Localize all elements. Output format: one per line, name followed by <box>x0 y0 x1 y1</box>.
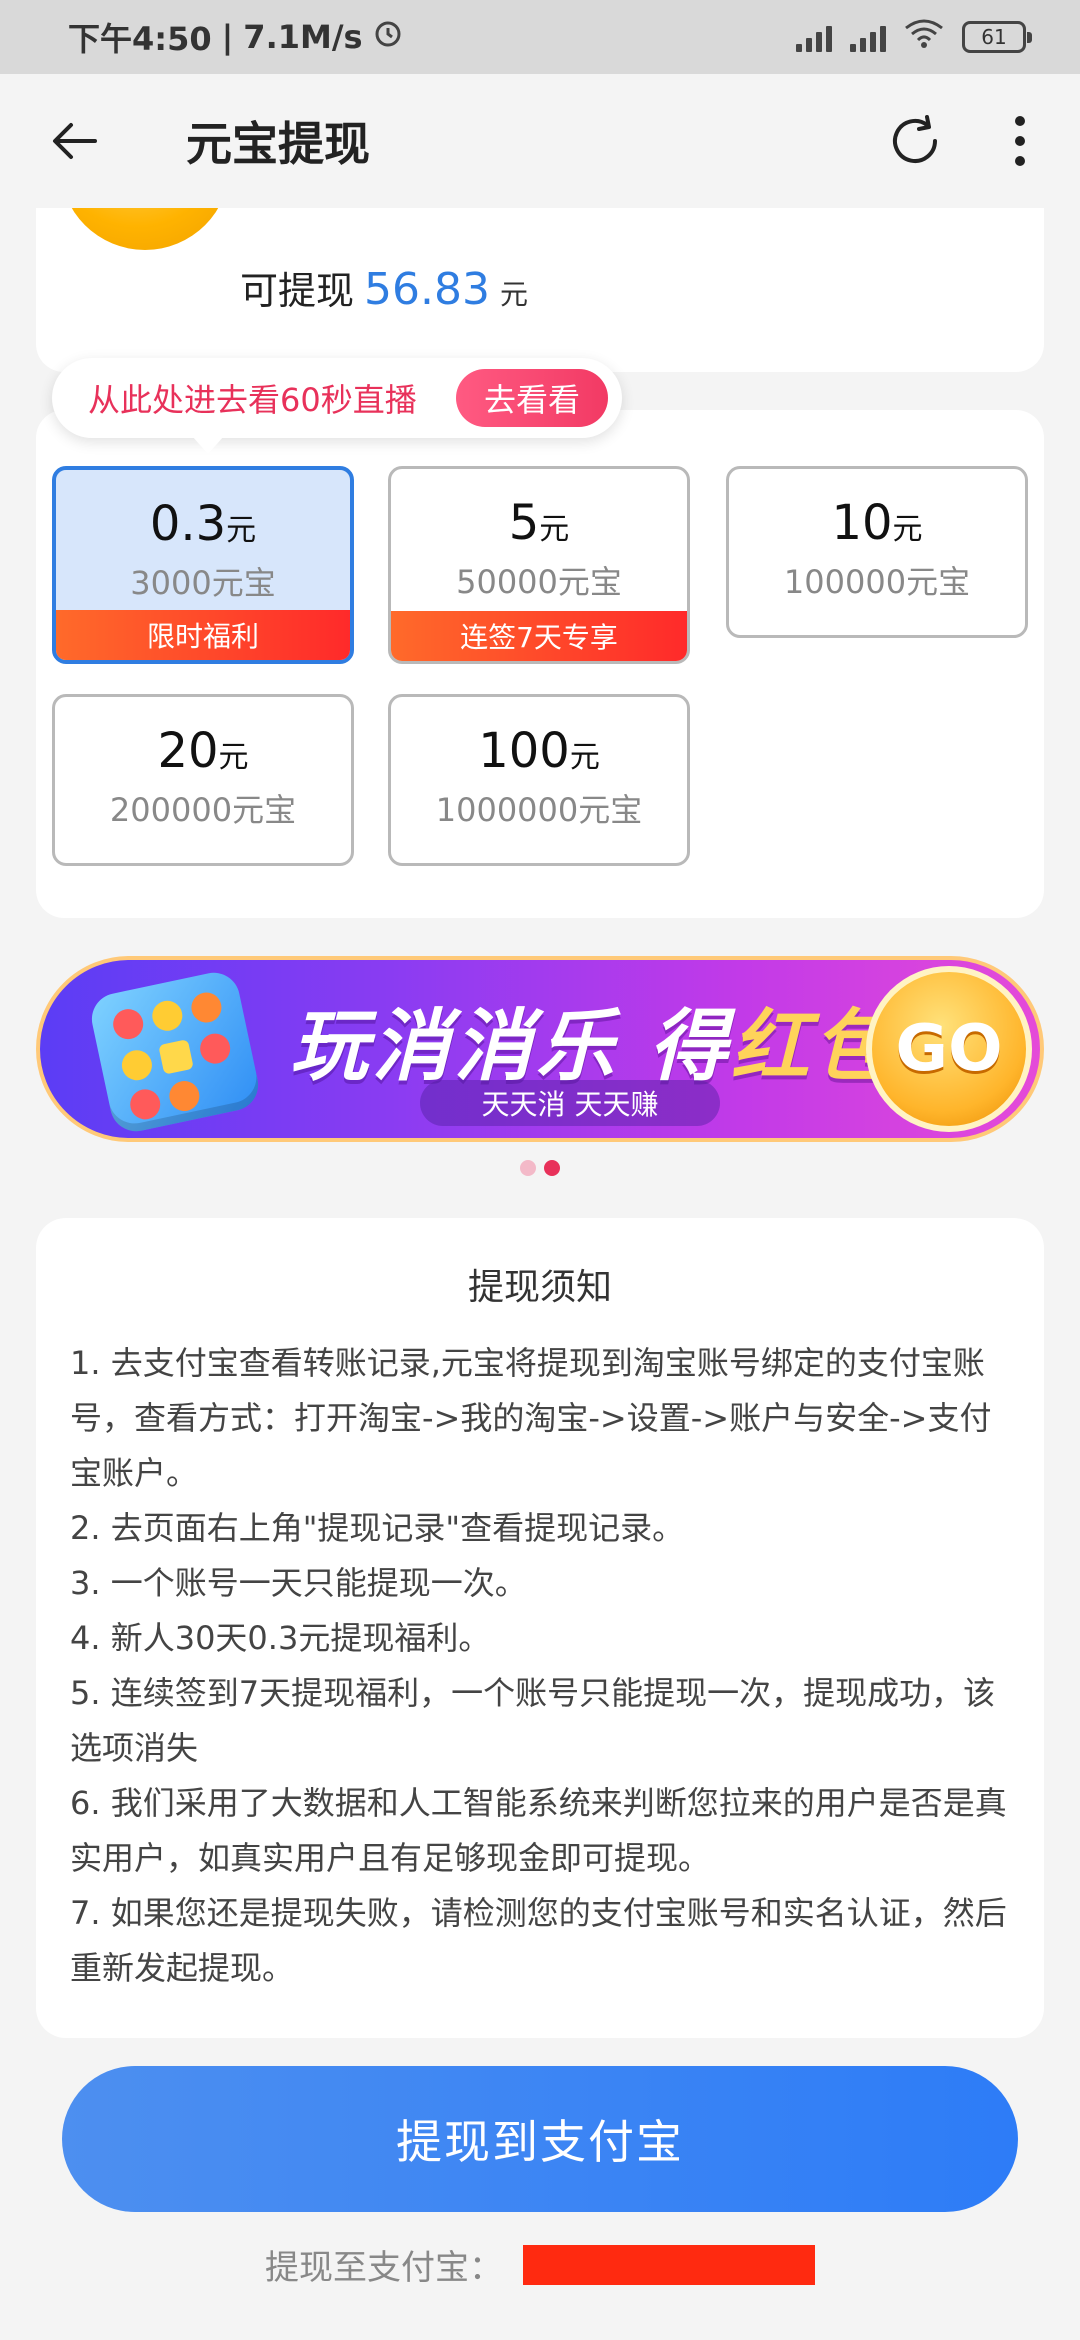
option-coins: 3000元宝 <box>130 564 276 602</box>
wifi-icon <box>904 18 944 56</box>
notice-item: 7. 如果您还是提现失败，请检测您的支付宝账号和实名认证，然后重新发起提现。 <box>70 1894 1007 1987</box>
option-tag: 连签7天专享 <box>391 611 687 661</box>
option-price: 20元 <box>157 723 249 779</box>
withdrawable-label: 可提现 <box>240 269 355 313</box>
option-coins: 100000元宝 <box>783 563 971 601</box>
redacted-account <box>523 2244 815 2285</box>
back-icon[interactable] <box>40 106 110 176</box>
banner-subtitle: 天天消 天天赚 <box>420 1080 720 1126</box>
option-20[interactable]: 20元 200000元宝 <box>52 694 354 866</box>
carousel-dots <box>520 1160 560 1176</box>
carousel-dot <box>520 1160 536 1176</box>
option-5[interactable]: 5元 50000元宝 连签7天专享 <box>388 466 690 664</box>
notice-list: 1. 去支付宝查看转账记录,元宝将提现到淘宝账号绑定的支付宝账号，查看方式：打开… <box>70 1336 1010 1996</box>
notice-item: 2. 去页面右上角"提现记录"查看提现记录。 <box>70 1509 685 1547</box>
withdrawable-row: 可提现 56.83 元 <box>240 260 528 315</box>
option-price: 5元 <box>508 495 570 551</box>
header: 元宝提现 <box>0 74 1080 208</box>
option-coins: 50000元宝 <box>456 563 622 601</box>
option-coins: 200000元宝 <box>109 791 297 829</box>
alarm-icon <box>373 18 403 56</box>
refresh-icon[interactable] <box>880 106 950 176</box>
live-tip-text: 从此处进去看60秒直播 <box>88 381 417 419</box>
game-box-icon <box>87 967 263 1137</box>
game-banner[interactable]: 玩消消乐 得红包 天天消 天天赚 GO <box>36 956 1044 1142</box>
notice-card: 提现须知 1. 去支付宝查看转账记录,元宝将提现到淘宝账号绑定的支付宝账号，查看… <box>36 1218 1044 2038</box>
more-icon[interactable] <box>1000 106 1040 176</box>
page-title: 元宝提现 <box>186 117 370 171</box>
live-stream-tooltip[interactable]: 从此处进去看60秒直播 去看看 <box>52 358 622 454</box>
option-price: 10元 <box>831 495 923 551</box>
option-price: 0.3元 <box>149 496 257 552</box>
account-label: 提现至支付宝： <box>265 2248 503 2288</box>
battery-icon: 61 <box>962 21 1032 53</box>
notice-item: 5. 连续签到7天提现福利，一个账号只能提现一次，提现成功，该选项消失 <box>70 1674 996 1767</box>
status-speed: 7.1M/s <box>243 18 363 56</box>
hd-signal-icon <box>850 22 886 52</box>
option-100[interactable]: 100元 1000000元宝 <box>388 694 690 866</box>
go-button[interactable]: GO <box>866 966 1032 1132</box>
withdrawable-unit: 元 <box>499 278 528 311</box>
carousel-dot-active <box>544 1160 560 1176</box>
options-card: 0.3元 3000元宝 限时福利 5元 50000元宝 连签7天专享 10元 1… <box>36 410 1044 918</box>
option-coins: 1000000元宝 <box>435 791 643 829</box>
status-left: 下午4:50 | 7.1M/s <box>68 14 403 60</box>
notice-item: 4. 新人30天0.3元提现福利。 <box>70 1619 491 1657</box>
withdraw-to-alipay-button[interactable]: 提现到支付宝 <box>62 2066 1018 2212</box>
battery-level: 61 <box>981 25 1007 49</box>
account-line: 提现至支付宝： <box>0 2240 1080 2289</box>
status-bar: 下午4:50 | 7.1M/s 61 <box>0 0 1080 74</box>
option-0-3[interactable]: 0.3元 3000元宝 限时福利 <box>52 466 354 664</box>
notice-item: 1. 去支付宝查看转账记录,元宝将提现到淘宝账号绑定的支付宝账号，查看方式：打开… <box>70 1344 992 1492</box>
watch-button[interactable]: 去看看 <box>455 369 608 427</box>
status-time: 下午4:50 <box>68 20 212 58</box>
notice-item: 3. 一个账号一天只能提现一次。 <box>70 1564 527 1602</box>
status-divider: | <box>221 18 234 56</box>
option-tag: 限时福利 <box>56 610 350 660</box>
notice-title: 提现须知 <box>467 1267 612 1308</box>
option-price: 100元 <box>478 723 600 779</box>
withdrawable-amount: 56.83 <box>364 264 490 315</box>
option-10[interactable]: 10元 100000元宝 <box>726 466 1028 638</box>
notice-item: 6. 我们采用了大数据和人工智能系统来判断您拉来的用户是否是真实用户，如真实用户… <box>70 1784 1007 1877</box>
status-right: 61 <box>796 18 1032 56</box>
signal-icon <box>796 22 832 52</box>
